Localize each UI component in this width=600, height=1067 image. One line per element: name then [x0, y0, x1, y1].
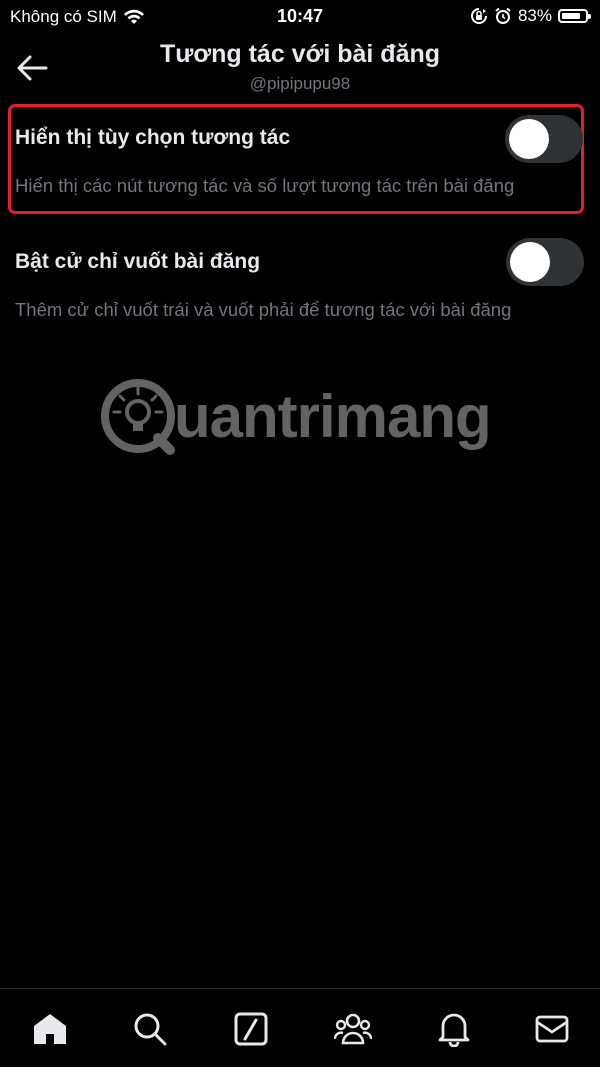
show-engagement-options-toggle[interactable] — [505, 115, 583, 163]
watermark: uantrimang — [100, 376, 492, 456]
battery-level — [562, 13, 581, 19]
bottom-nav — [0, 988, 600, 1067]
setting-swipe-gestures: Bật cử chỉ vuốt bài đăng Thêm cử chỉ vuố… — [0, 236, 600, 336]
nav-home[interactable] — [30, 1009, 70, 1049]
communities-icon — [334, 1013, 372, 1045]
nav-notifications[interactable] — [434, 1009, 474, 1049]
search-icon — [134, 1013, 167, 1046]
setting-title: Hiển thị tùy chọn tương tác — [15, 126, 291, 149]
nav-communities[interactable] — [333, 1009, 373, 1049]
grok-icon — [234, 1012, 268, 1046]
swipe-gestures-toggle[interactable] — [506, 238, 584, 286]
toggle-knob — [509, 119, 549, 159]
page-title: Tương tác với bài đăng — [159, 40, 441, 68]
status-right: 83% — [470, 6, 591, 26]
lightbulb-logo-icon — [101, 379, 175, 455]
home-icon — [34, 1014, 66, 1044]
messages-icon — [535, 1015, 569, 1043]
setting-description: Thêm cử chỉ vuốt trái và vuốt phải để tư… — [15, 299, 512, 320]
nav-search[interactable] — [130, 1009, 170, 1049]
setting-title: Bật cử chỉ vuốt bài đăng — [15, 250, 261, 273]
notifications-icon — [438, 1013, 470, 1047]
watermark-text: uantrimang — [174, 382, 492, 450]
battery-icon — [558, 9, 591, 23]
battery-percent: 83% — [517, 6, 552, 25]
alarm-icon — [495, 7, 511, 24]
account-username: @pipipupu98 — [249, 74, 351, 93]
status-bar: Không có SIM 10:47 83% — [0, 0, 600, 34]
orientation-lock-icon — [470, 8, 487, 24]
setting-show-engagement-options: Hiển thị tùy chọn tương tác Hiển thị các… — [0, 112, 600, 212]
setting-description: Hiển thị các nút tương tác và số lượt tư… — [15, 175, 515, 196]
nav-grok[interactable] — [231, 1009, 271, 1049]
nav-messages[interactable] — [532, 1009, 572, 1049]
toggle-knob — [510, 242, 550, 282]
